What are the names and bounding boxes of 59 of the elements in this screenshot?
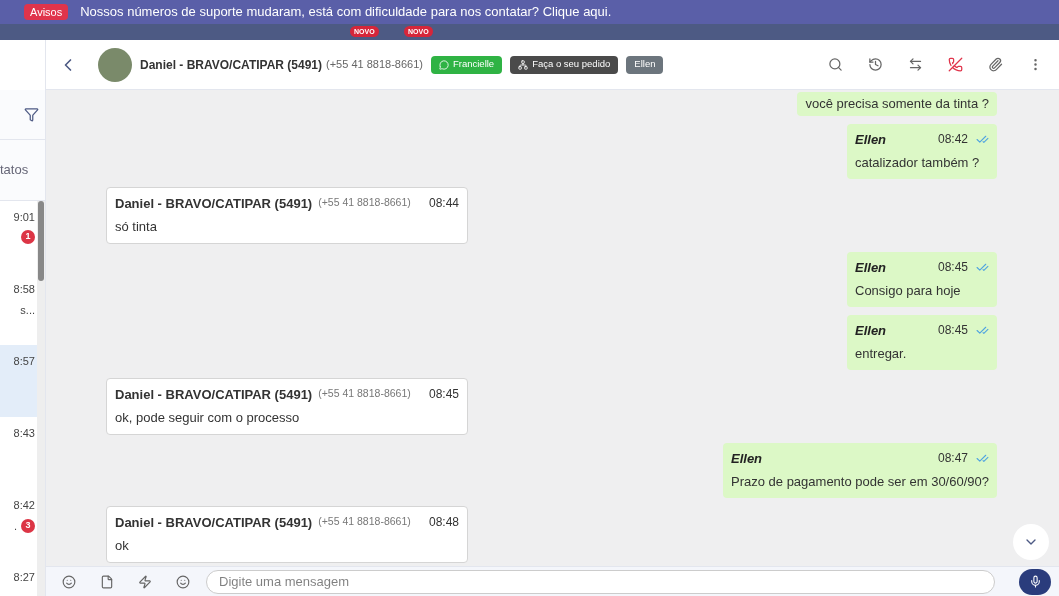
attach-icon[interactable] [988,57,1003,72]
sender-name: Ellen [855,258,887,277]
hierarchy-icon [518,59,529,70]
history-icon[interactable] [868,57,883,72]
message-text: só tinta [115,218,158,236]
contact-name: Daniel - BRAVO/CATIPAR (5491) [140,56,323,74]
conversation-time: 8:43 [13,426,35,441]
sender-name: Ellen [855,130,887,149]
conversation-time: 8:57 [13,354,35,369]
message-time: 08:45 [428,386,459,404]
sender-phone: (+55 41 8818-8661) [318,514,411,530]
message-time: 08:42 [937,131,968,149]
file-icon[interactable] [100,574,114,589]
sender-name: Ellen [855,321,887,340]
conversation-time: 8:42 [13,498,35,513]
message-input[interactable]: Digite uma mensagem [206,569,995,594]
message-text: Consigo para hoje [855,282,962,300]
search-icon[interactable] [828,57,843,72]
microphone-icon [1028,575,1042,588]
filter-icon[interactable] [24,107,39,122]
sender-name: Daniel - BRAVO/CATIPAR (5491) [115,385,313,404]
microphone-button[interactable] [1019,568,1051,595]
sender-name: Ellen [731,449,763,468]
contact-phone: (+55 41 8818-8661) [326,57,423,73]
message-text: você precisa somente da tinta ? [805,95,989,113]
message-text: catalizador também ? [855,154,981,172]
unread-count: 3 [21,518,35,533]
emoji-icon[interactable] [176,574,190,589]
conversation-item[interactable]: 8:57 [0,345,37,417]
message-time: 08:45 [937,322,968,340]
message-text: ok, pode seguir com o processo [115,409,301,427]
message-time: 08:48 [428,514,459,532]
chat-bubble-icon [438,59,449,70]
sender-phone: (+55 41 8818-8661) [318,195,411,211]
scrollbar-thumb[interactable] [38,201,44,281]
unread-count: 1 [21,229,35,244]
conversation-time: 8:58 [13,282,35,297]
phone-off-icon[interactable] [948,57,963,72]
sender-name: Daniel - BRAVO/CATIPAR (5491) [115,194,313,213]
contact-tag[interactable]: Ellen [626,55,664,74]
message-time: 08:44 [428,195,459,213]
contact-avatar [98,47,132,82]
notice-link[interactable]: Nossos números de suporte mudaram, está com dificuldade para nos contatar? Clique aqui. [80,2,612,22]
message-text: ok [115,537,130,555]
message-text: Prazo de pagamento pode ser em 30/60/90? [731,473,989,491]
sender-phone: (+55 41 8818-8661) [318,386,411,402]
conversation-preview: s... [20,302,35,318]
conversation-time: 9:01 [13,210,35,225]
sender-name: Daniel - BRAVO/CATIPAR (5491) [115,513,313,532]
emoji-icon[interactable] [62,574,76,589]
message-time: 08:45 [937,259,968,277]
contact-tag[interactable]: Faça o seu pedido [510,55,619,74]
conversation-preview: . [13,518,17,534]
message-time: 08:47 [937,450,968,468]
conversation-time: 8:27 [13,570,35,585]
transfer-icon[interactable] [908,57,923,72]
message-text: entregar. [855,345,908,363]
notice-label: Avisos [24,3,69,21]
lightning-icon[interactable] [138,574,152,589]
